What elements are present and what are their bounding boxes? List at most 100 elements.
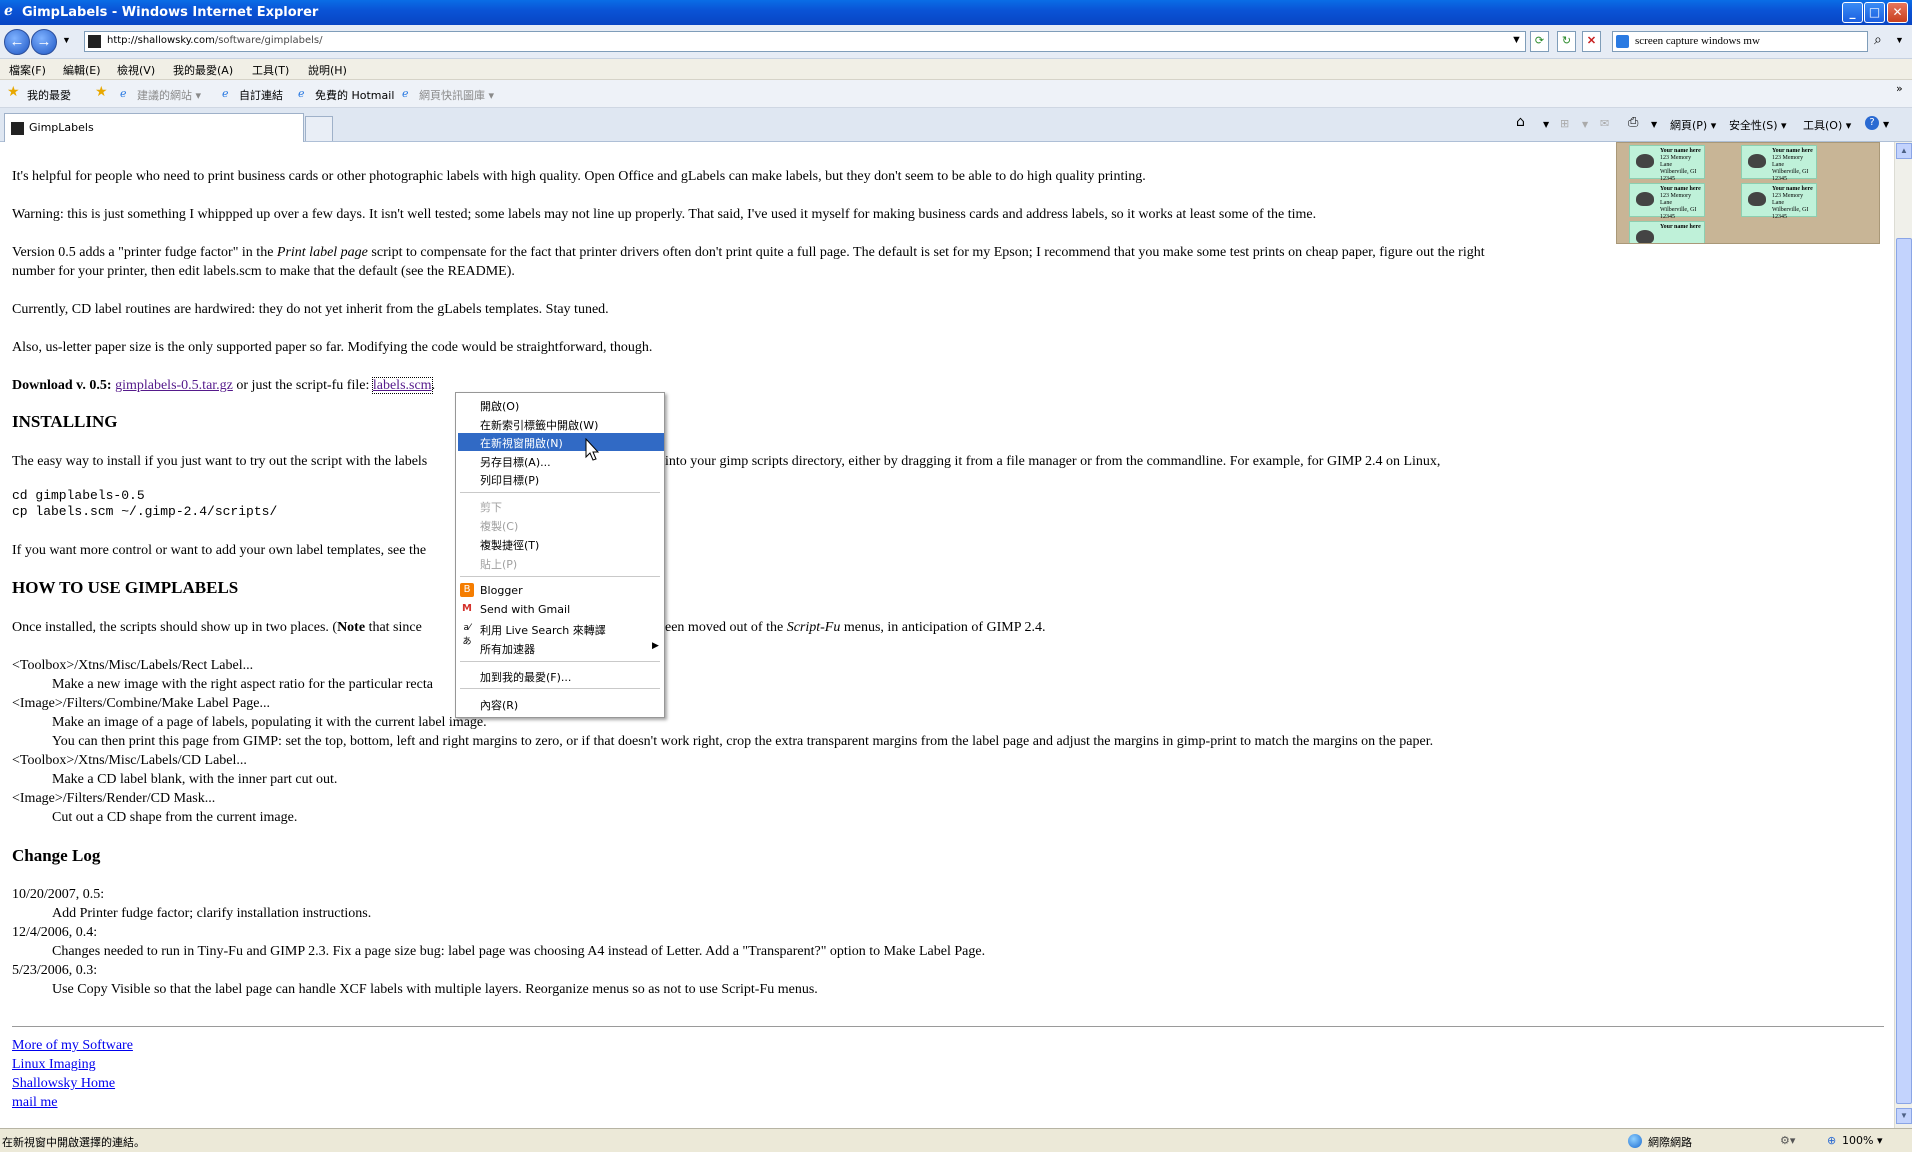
changelog-version: 12/4/2006, 0.4:: [12, 925, 98, 940]
wilber-icon: [1636, 154, 1654, 168]
maximize-button[interactable]: □: [1864, 2, 1885, 23]
install-code-block: cd gimplabels-0.5 cp labels.scm ~/.gimp-…: [12, 488, 278, 519]
changelog-heading: Change Log: [12, 846, 101, 865]
page-menu[interactable]: 網頁(P) ▾: [1670, 117, 1716, 133]
favorites-bar: ★ 我的最愛 ★ ℯ 建議的網站 ▾ ℯ 自訂連結 ℯ 免費的 Hotmail …: [0, 80, 1912, 108]
menu-edit[interactable]: 編輯(E): [63, 62, 101, 78]
protected-mode-icon[interactable]: ⚙▾: [1780, 1134, 1795, 1147]
add-favorite-icon[interactable]: ★: [95, 84, 108, 100]
new-tab-button[interactable]: [305, 116, 333, 141]
favorites-button[interactable]: 我的最愛: [27, 87, 71, 103]
ctx-open-new-tab[interactable]: 在新索引標籤中開啟(W): [480, 417, 598, 433]
help-icon[interactable]: ?: [1865, 116, 1879, 130]
home-dropdown-icon[interactable]: ▼: [1543, 120, 1549, 129]
menu-view[interactable]: 檢視(V): [117, 62, 155, 78]
vertical-scrollbar[interactable]: ▲ ▼: [1894, 142, 1912, 1128]
intro-paragraph: It's helpful for people who need to prin…: [12, 169, 1146, 184]
address-input[interactable]: http://shallowsky.com/software/gimplabel…: [84, 31, 1526, 52]
ctx-open[interactable]: 開啟(O): [480, 398, 519, 414]
submenu-arrow-icon: ▶: [652, 641, 659, 651]
close-window-button[interactable]: ✕: [1887, 2, 1908, 23]
refresh-icon[interactable]: ↻: [1557, 31, 1576, 52]
menu-file[interactable]: 檔案(F): [9, 62, 46, 78]
scroll-up-arrow[interactable]: ▲: [1896, 143, 1912, 159]
install-paragraph-right: into your gimp scripts directory, either…: [665, 454, 1441, 469]
search-options-icon[interactable]: ▼: [1895, 35, 1904, 45]
footer-link-software[interactable]: More of my Software: [12, 1036, 133, 1055]
sample-label: Your name here 123 Memory Lane Wilberville…: [1741, 145, 1817, 182]
menu-path-term: <Toolbox>/Xtns/Misc/Labels/Rect Label...: [12, 658, 254, 673]
ctx-blogger[interactable]: Blogger: [480, 584, 523, 597]
home-icon[interactable]: ⌂: [1516, 114, 1525, 130]
menu-separator: [460, 661, 660, 662]
ctx-copy: 複製(C): [480, 520, 519, 533]
ie-logo-icon: ℯ: [4, 3, 13, 19]
changelog-desc: Use Copy Visible so that the label page …: [52, 982, 818, 997]
menu-separator: [460, 576, 660, 577]
cd-label-paragraph: Currently, CD label routines are hardwir…: [12, 302, 609, 317]
ctx-print-target[interactable]: 列印目標(P): [480, 472, 539, 488]
ctx-save-target[interactable]: 另存目標(A)...: [480, 454, 551, 470]
download-scm-link[interactable]: labels.scm: [371, 377, 433, 394]
ctx-live-search-translate[interactable]: 利用 Live Search 來轉譯: [480, 622, 606, 638]
stop-icon[interactable]: ✕: [1582, 31, 1601, 52]
history-dropdown-icon[interactable]: ▼: [62, 35, 71, 45]
ctx-properties[interactable]: 內容(R): [480, 697, 518, 713]
web-slice-gallery-link[interactable]: 網頁快訊圖庫 ▾: [419, 87, 494, 103]
scroll-down-arrow[interactable]: ▼: [1896, 1108, 1912, 1124]
menu-path-desc: Make an image of a page of labels, popul…: [52, 715, 487, 730]
menu-path-desc: Make a CD label blank, with the inner pa…: [52, 772, 338, 787]
feeds-dropdown-icon[interactable]: ▼: [1582, 120, 1588, 129]
tools-menu[interactable]: 工具(O) ▾: [1803, 117, 1851, 133]
window-title: GimpLabels - Windows Internet Explorer: [22, 5, 319, 20]
back-button[interactable]: ←: [4, 29, 30, 55]
search-icon[interactable]: ⌕: [1874, 33, 1882, 49]
search-input[interactable]: screen capture windows mw: [1612, 31, 1868, 52]
ctx-open-new-window[interactable]: 在新視窗開啟(N): [480, 435, 563, 451]
print-icon[interactable]: ⎙: [1628, 115, 1638, 130]
menu-path-desc: Make a new image with the right aspect r…: [52, 677, 433, 692]
site-favicon-icon: [11, 122, 24, 135]
download-tarball-link[interactable]: gimplabels-0.5.tar.gz: [115, 378, 233, 393]
tab-label: GimpLabels: [29, 121, 94, 134]
url-path: /software/gimplabels/: [214, 35, 323, 46]
minimize-button[interactable]: _: [1842, 2, 1863, 23]
scroll-thumb[interactable]: [1896, 238, 1912, 1104]
feeds-icon[interactable]: ⊞: [1560, 117, 1569, 130]
ctx-send-gmail[interactable]: Send with Gmail: [480, 603, 570, 616]
compatibility-view-icon[interactable]: ⟳: [1530, 31, 1549, 52]
safety-menu[interactable]: 安全性(S) ▾: [1729, 117, 1787, 133]
forward-button[interactable]: →: [31, 29, 57, 55]
gmail-icon: M: [462, 603, 472, 614]
menu-favorites[interactable]: 我的最愛(A): [173, 62, 233, 78]
tab-gimplabels[interactable]: GimpLabels: [4, 113, 304, 142]
help-dropdown-icon[interactable]: ▼: [1883, 120, 1889, 129]
footer-link-home[interactable]: Shallowsky Home: [12, 1074, 115, 1093]
ctx-copy-shortcut[interactable]: 複製捷徑(T): [480, 537, 539, 553]
ctx-paste: 貼上(P): [480, 558, 518, 571]
paper-size-paragraph: Also, us-letter paper size is the only s…: [12, 340, 653, 355]
warning-paragraph: Warning: this is just something I whippp…: [12, 207, 1317, 222]
changelog-version: 10/20/2007, 0.5:: [12, 887, 105, 902]
ctx-add-favorites[interactable]: 加到我的最愛(F)...: [480, 669, 571, 685]
address-dropdown-icon[interactable]: ▼: [1507, 31, 1526, 52]
custom-links-link[interactable]: 自訂連結: [239, 87, 283, 103]
ctx-all-accelerators[interactable]: 所有加速器: [480, 641, 535, 657]
read-mail-icon[interactable]: ✉: [1600, 117, 1609, 130]
hotmail-link[interactable]: 免費的 Hotmail: [315, 87, 394, 103]
menu-tools[interactable]: 工具(T): [252, 62, 289, 78]
wilber-icon: [1636, 192, 1654, 206]
menu-path-desc: Cut out a CD shape from the current imag…: [52, 810, 298, 825]
sample-label: Your name here 123 Memory Lane Wilberville…: [1629, 145, 1705, 182]
version-paragraph: Version 0.5 adds a "printer fudge factor…: [12, 245, 1485, 260]
footer-link-linux-imaging[interactable]: Linux Imaging: [12, 1055, 96, 1074]
changelog-desc: Changes needed to run in Tiny-Fu and GIM…: [52, 944, 986, 959]
zoom-level[interactable]: 100% ▾: [1842, 1134, 1882, 1147]
more-favorites-chevron[interactable]: »: [1896, 82, 1903, 95]
more-control-paragraph: If you want more control or want to add …: [12, 543, 427, 558]
menu-help[interactable]: 說明(H): [308, 62, 347, 78]
menu-bar: 檔案(F) 編輯(E) 檢視(V) 我的最愛(A) 工具(T) 說明(H): [0, 59, 1912, 80]
print-dropdown-icon[interactable]: ▼: [1651, 120, 1657, 129]
suggested-sites-link[interactable]: 建議的網站 ▾: [137, 87, 201, 103]
footer-link-mail[interactable]: mail me: [12, 1093, 58, 1112]
